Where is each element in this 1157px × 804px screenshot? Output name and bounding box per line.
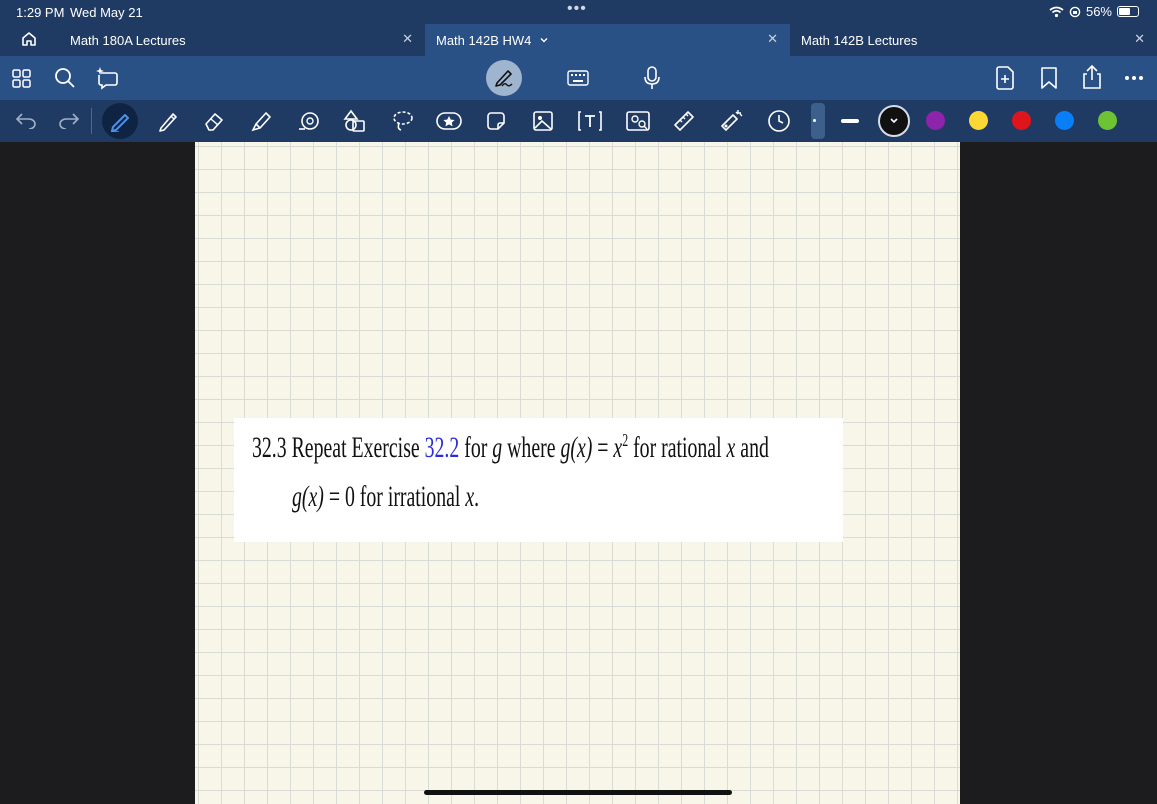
ai-assist-icon[interactable] [96, 66, 120, 90]
laser-pointer-icon[interactable] [720, 108, 744, 132]
battery-icon [1117, 6, 1139, 17]
stroke-width-icon[interactable] [841, 119, 859, 123]
tab-label: Math 142B Lectures [801, 32, 918, 48]
main-toolbar [0, 56, 1157, 100]
math-exponent: 2 [622, 430, 629, 450]
tab-bar: Math 180A Lectures ✕ Math 142B HW4 ✕ Mat… [0, 24, 1157, 56]
sticky-note-icon[interactable] [485, 110, 507, 132]
close-icon[interactable]: ✕ [1134, 31, 1145, 47]
recent-history-icon[interactable] [767, 109, 791, 133]
status-time: 1:29 PM [16, 5, 65, 20]
bookmark-icon[interactable] [1040, 67, 1058, 89]
handwriting-mode-button[interactable] [486, 60, 522, 96]
math-variable: g [492, 431, 503, 464]
text-box-icon[interactable] [578, 110, 602, 132]
home-indicator[interactable] [424, 790, 732, 795]
exercise-number: 32.3 [252, 431, 287, 464]
exercise-line-2: g(x) = 0 for irrational x. [292, 480, 479, 514]
close-icon[interactable]: ✕ [767, 31, 778, 47]
search-icon[interactable] [54, 67, 76, 89]
favorites-sticker-icon[interactable] [436, 110, 462, 132]
math-operator: = [597, 431, 609, 464]
color-swatch-purple[interactable] [926, 111, 945, 130]
eraser-icon[interactable] [203, 110, 225, 132]
pasted-exercise-image[interactable]: 32.3 Repeat Exercise 32.2 for g where g(… [234, 418, 843, 542]
color-swatch-selected[interactable] [878, 105, 910, 137]
pencil-icon[interactable] [157, 110, 179, 132]
toolbar-collapse-handle[interactable] [811, 103, 825, 139]
tab-label: Math 142B HW4 [436, 32, 532, 48]
home-icon[interactable] [20, 30, 38, 48]
image-icon[interactable] [532, 110, 554, 132]
status-bar: 1:29 PM Wed May 21 ••• 56% [0, 0, 1157, 24]
chevron-down-icon[interactable] [539, 35, 549, 45]
drawing-toolbar [0, 100, 1157, 142]
camera-scan-icon[interactable] [626, 110, 650, 132]
element-shapes-icon[interactable] [343, 109, 367, 133]
math-variable: x [726, 431, 736, 464]
exercise-reference-link[interactable]: 32.2 [425, 431, 460, 464]
pen-tool-button[interactable] [102, 103, 138, 139]
wifi-icon [1049, 6, 1064, 17]
shape-tool-icon[interactable] [297, 110, 321, 132]
color-swatch-yellow[interactable] [969, 111, 988, 130]
exercise-text: Repeat Exercise [291, 431, 420, 464]
exercise-text: = 0 for irrational [328, 480, 461, 513]
pen-icon [111, 114, 129, 132]
tab-math-142b-hw4[interactable]: Math 142B HW4 ✕ [425, 24, 790, 56]
share-icon[interactable] [1081, 64, 1103, 90]
exercise-text: for rational [633, 431, 722, 464]
more-options-icon[interactable] [1124, 75, 1144, 81]
tab-math-142b-lectures[interactable]: Math 142B Lectures ✕ [790, 24, 1157, 56]
tab-label: Math 180A Lectures [70, 32, 186, 48]
exercise-text: . [474, 480, 480, 513]
add-page-icon[interactable] [995, 66, 1015, 90]
math-expression: g(x) [560, 431, 593, 464]
multitasking-dots-icon[interactable]: ••• [567, 0, 587, 18]
tab-math-180a-lectures[interactable]: Math 180A Lectures ✕ [59, 24, 425, 56]
toolbar-divider [91, 108, 92, 134]
chevron-down-icon [890, 118, 898, 124]
color-swatch-green[interactable] [1098, 111, 1117, 130]
exercise-text: for [464, 431, 488, 464]
color-swatch-red[interactable] [1012, 111, 1031, 130]
ruler-icon[interactable] [673, 110, 695, 132]
math-expression: g(x) [292, 480, 324, 513]
battery-percent: 56% [1085, 4, 1112, 19]
status-date: Wed May 21 [70, 5, 143, 20]
color-swatch-blue[interactable] [1055, 111, 1074, 130]
keyboard-icon[interactable] [567, 70, 589, 86]
pen-scribble-icon [495, 70, 513, 87]
microphone-icon[interactable] [643, 66, 661, 90]
orientation-lock-icon [1069, 6, 1081, 17]
thumbnails-grid-icon[interactable] [12, 69, 31, 88]
redo-icon[interactable] [58, 111, 80, 129]
status-right: 56% [1049, 4, 1139, 19]
lasso-icon[interactable] [391, 109, 415, 133]
exercise-text: and [740, 431, 769, 464]
highlighter-icon[interactable] [250, 110, 272, 132]
math-variable: x [613, 431, 623, 464]
close-icon[interactable]: ✕ [402, 31, 413, 47]
math-variable: x [465, 480, 475, 513]
undo-icon[interactable] [15, 111, 37, 129]
exercise-text: where [507, 431, 556, 464]
exercise-line-1: 32.3 Repeat Exercise 32.2 for g where g(… [252, 430, 769, 465]
